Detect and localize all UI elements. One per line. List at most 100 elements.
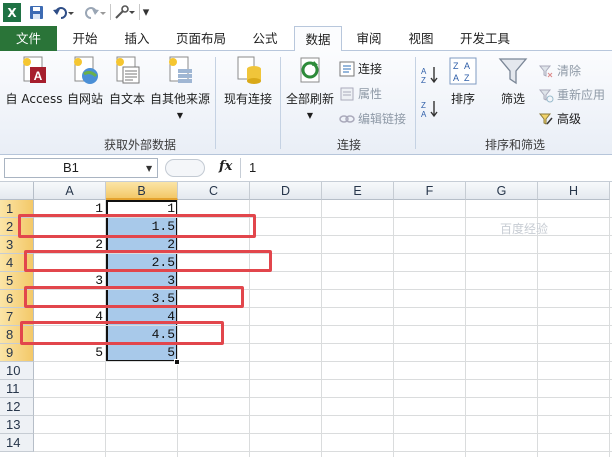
connections-button[interactable]: 连接 [339, 60, 382, 77]
clear-filter-button[interactable]: 清除 [538, 62, 581, 79]
existing-connections-label: 现有连接 [223, 92, 272, 106]
clear-filter-label: 清除 [557, 64, 582, 78]
reapply-button[interactable]: 重新应用 [538, 86, 605, 103]
highlight-box [20, 321, 224, 345]
gridline-vertical [321, 200, 322, 457]
column-header-h[interactable]: H [538, 182, 610, 200]
tab-home[interactable]: 开始 [62, 26, 108, 51]
watermark: 百度经验 [500, 222, 549, 236]
ribbon-data: A 自 Access 自网站 自文本 自其他来源 ▼ 现有连接 获取外部数据 全… [0, 51, 612, 155]
refresh-all-label: 全部刷新 [285, 92, 334, 106]
filter-label: 筛选 [500, 92, 525, 106]
column-header-d[interactable]: D [250, 182, 322, 200]
chevron-down-icon: ▼ [306, 111, 314, 120]
customize-tool-icon[interactable] [113, 3, 137, 22]
gridline-horizontal [34, 397, 612, 398]
svg-text:Z: Z [421, 76, 426, 85]
from-text-button[interactable]: 自文本 [106, 55, 148, 107]
formula-input[interactable]: 1 [249, 160, 256, 175]
svg-text:A: A [421, 67, 427, 76]
web-globe-icon [74, 56, 98, 84]
tab-file[interactable]: 文件 [0, 26, 57, 51]
row-header-13[interactable]: 13 [0, 416, 34, 434]
gridline-vertical [393, 200, 394, 457]
name-box-dropdown-icon[interactable]: ▼ [146, 164, 152, 173]
connections-icon [339, 61, 355, 76]
formula-bar-collapse-icon[interactable] [165, 159, 205, 177]
properties-label: 属性 [358, 87, 383, 101]
more-arrow-icon[interactable]: ▾ [141, 3, 151, 22]
access-icon: A [23, 56, 46, 83]
filter-button[interactable]: 筛选 [495, 55, 531, 107]
from-access-button[interactable]: A 自 Access [5, 55, 63, 107]
tab-page-layout[interactable]: 页面布局 [168, 26, 234, 51]
sort-ascending-icon: AZ [421, 67, 438, 85]
from-access-label: 自 Access [5, 92, 63, 106]
svg-text:A: A [453, 73, 459, 83]
from-web-button[interactable]: 自网站 [64, 55, 106, 107]
edit-links-button[interactable]: 编辑链接 [339, 110, 406, 127]
row-header-10[interactable]: 10 [0, 362, 34, 380]
from-other-sources-button[interactable]: 自其他来源 ▼ [148, 55, 212, 121]
undo-icon[interactable] [50, 3, 76, 22]
highlight-box [24, 286, 244, 308]
sort-ascending-button[interactable]: AZ [420, 65, 442, 85]
column-header-b[interactable]: B [106, 182, 178, 200]
from-text-label: 自文本 [108, 92, 145, 106]
formula-bar: B1 ▼ fx 1 [0, 155, 612, 182]
cell-b9[interactable]: 5 [106, 344, 178, 362]
sort-button[interactable]: ZAAZ 排序 [446, 55, 480, 107]
excel-logo-icon: X [3, 3, 21, 22]
tab-data[interactable]: 数据 [294, 26, 342, 52]
tab-developer[interactable]: 开发工具 [452, 26, 518, 51]
save-icon[interactable] [27, 3, 45, 22]
refresh-all-button[interactable]: 全部刷新 ▼ [284, 55, 336, 121]
highlight-box [18, 214, 256, 238]
sort-descending-icon: ZA [421, 101, 438, 119]
insert-function-icon[interactable]: fx [219, 159, 232, 174]
advanced-filter-button[interactable]: 高级 [538, 110, 581, 127]
sort-dialog-icon: Z AA Z [449, 57, 477, 85]
filter-funnel-icon [498, 58, 528, 85]
row-header-9[interactable]: 9 [0, 344, 34, 362]
formula-bar-divider [240, 158, 241, 178]
column-header-f[interactable]: F [394, 182, 466, 200]
existing-connections-button[interactable]: 现有连接 [220, 55, 276, 107]
gridline-vertical [249, 200, 250, 457]
tab-view[interactable]: 视图 [398, 26, 444, 51]
column-header-a[interactable]: A [34, 182, 106, 200]
reapply-icon [538, 89, 554, 102]
sort-descending-button[interactable]: ZA [420, 99, 442, 119]
tab-insert[interactable]: 插入 [114, 26, 160, 51]
advanced-filter-label: 高级 [557, 112, 582, 126]
cell-a9[interactable]: 5 [34, 344, 106, 362]
row-header-12[interactable]: 12 [0, 398, 34, 416]
connections-label: 连接 [358, 62, 383, 76]
row-header-11[interactable]: 11 [0, 380, 34, 398]
quick-access-toolbar: X ▾ [0, 0, 612, 26]
svg-text:A: A [34, 69, 43, 83]
svg-text:Z: Z [421, 101, 426, 110]
group-label-sort-filter: 排序和筛选 [484, 138, 545, 152]
reapply-label: 重新应用 [557, 88, 606, 102]
column-header-e[interactable]: E [322, 182, 394, 200]
name-box[interactable]: B1 [4, 158, 158, 178]
select-all-corner[interactable] [0, 182, 34, 200]
row-header-14[interactable]: 14 [0, 434, 34, 452]
fill-handle[interactable] [174, 359, 180, 365]
column-header-g[interactable]: G [466, 182, 538, 200]
gridline-vertical [465, 200, 466, 457]
group-label-connections: 连接 [336, 138, 361, 152]
column-header-c[interactable]: C [178, 182, 250, 200]
existing-connections-icon [237, 56, 261, 84]
highlight-box [24, 250, 272, 272]
tab-review[interactable]: 审阅 [346, 26, 392, 51]
ribbon-tabs: 文件 开始 插入 页面布局 公式 数据 审阅 视图 开发工具 [0, 26, 612, 52]
tab-formulas[interactable]: 公式 [242, 26, 288, 51]
clear-filter-icon [538, 65, 553, 77]
svg-text:Z: Z [464, 73, 470, 83]
properties-button[interactable]: 属性 [339, 85, 382, 102]
gridline-vertical [609, 200, 610, 457]
redo-icon[interactable] [82, 3, 108, 22]
group-label-external: 获取外部数据 [103, 138, 176, 152]
